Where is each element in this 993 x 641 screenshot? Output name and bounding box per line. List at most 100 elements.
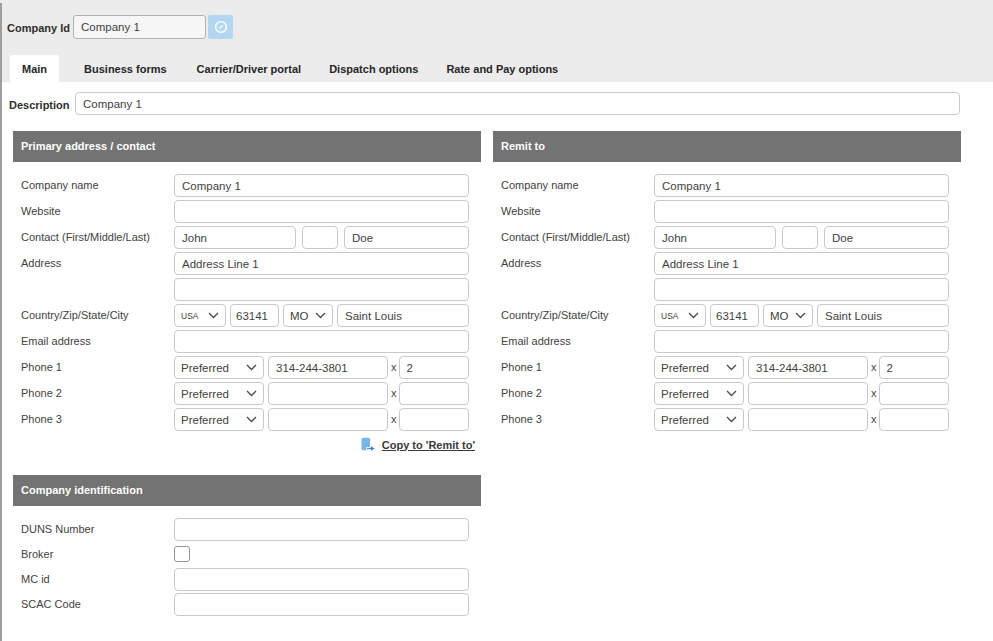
tab-rate-and-pay-options[interactable]: Rate and Pay options xyxy=(434,55,570,82)
primary-phone-1-type-select[interactable]: Preferred xyxy=(174,356,264,379)
remit-to-panel: Remit to Company nameWebsiteContact (Fir… xyxy=(493,131,961,455)
chevron-down-icon xyxy=(246,364,257,371)
form-row: Country/Zip/State/CityUSAMO xyxy=(13,304,481,327)
primary-country-select[interactable]: USA xyxy=(174,304,226,327)
description-input[interactable] xyxy=(75,92,960,115)
primary-phone-2-type-select[interactable]: Preferred xyxy=(174,382,264,405)
duns-number-input[interactable] xyxy=(174,518,469,541)
primary-contact-middle-input[interactable] xyxy=(302,226,338,249)
tab-bar: Main Business forms Carrier/Driver porta… xyxy=(10,55,570,82)
company-id-input[interactable] xyxy=(73,15,206,39)
extension-x-label: x xyxy=(871,413,877,431)
phone-2-label: Phone 2 xyxy=(21,387,62,399)
form-row: Contact (First/Middle/Last) xyxy=(13,226,481,249)
remit-phone-3-number-input[interactable] xyxy=(748,408,868,431)
email-address-label: Email address xyxy=(501,335,571,347)
primary-contact-first-input[interactable] xyxy=(174,226,296,249)
tab-business-forms[interactable]: Business forms xyxy=(72,55,179,82)
remit-phone-2-number-input[interactable] xyxy=(748,382,868,405)
scac-code-input[interactable] xyxy=(174,593,469,616)
company-id-label: Company Id xyxy=(7,22,70,34)
top-bar: Company Id Main Business forms Carrier/D… xyxy=(0,0,993,82)
primary-phone-2-number-input[interactable] xyxy=(268,382,388,405)
contact-label: Contact (First/Middle/Last) xyxy=(21,231,150,243)
primary-phone-2-ext-input[interactable] xyxy=(399,382,469,405)
phone-3-label: Phone 3 xyxy=(21,413,62,425)
chevron-down-icon xyxy=(726,416,737,423)
remit-contact-last-input[interactable] xyxy=(824,226,949,249)
chevron-down-icon xyxy=(726,390,737,397)
remit-address-line2-input[interactable] xyxy=(654,278,949,301)
remit-phone-1-number-input[interactable] xyxy=(748,356,868,379)
form-row: Website xyxy=(493,200,961,223)
primary-address-line1-input[interactable] xyxy=(174,252,469,275)
chevron-down-icon xyxy=(315,312,326,319)
remit-city-input[interactable] xyxy=(817,304,949,327)
form-row: Phone 3 Preferred x xyxy=(493,408,961,431)
chevron-down-icon xyxy=(726,364,737,371)
primary-address-panel-header: Primary address / contact xyxy=(13,131,481,162)
phone-2-label: Phone 2 xyxy=(501,387,542,399)
form-row: Country/Zip/State/City USA MO xyxy=(493,304,961,327)
remit-website-input[interactable] xyxy=(654,200,949,223)
extension-x-label: x xyxy=(871,361,877,379)
remit-company-name-input[interactable] xyxy=(654,174,949,197)
primary-phone-1-ext-input[interactable] xyxy=(399,356,469,379)
company-identification-panel-header: Company identification xyxy=(13,475,481,506)
form-row: Contact (First/Middle/Last) xyxy=(493,226,961,249)
copy-to-remit-link[interactable]: Copy to 'Remit to' xyxy=(382,439,475,451)
form-row: Phone 2Preferredx xyxy=(13,382,481,405)
extension-x-label: x xyxy=(391,413,397,431)
remit-email-input[interactable] xyxy=(654,330,949,353)
address-label: Address xyxy=(501,257,541,269)
remit-phone-2-type-select[interactable]: Preferred xyxy=(654,382,744,405)
country-zip-state-city-label: Country/Zip/State/City xyxy=(501,309,609,321)
company-lookup-button[interactable] xyxy=(208,15,233,39)
primary-phone-3-type-select[interactable]: Preferred xyxy=(174,408,264,431)
description-label: Description xyxy=(9,99,70,111)
company-name-label: Company name xyxy=(501,179,579,191)
tab-main[interactable]: Main xyxy=(10,55,59,82)
remit-country-select[interactable]: USA xyxy=(654,304,706,327)
phone-3-label: Phone 3 xyxy=(501,413,542,425)
remit-phone-1-ext-input[interactable] xyxy=(879,356,949,379)
form-row: Phone 1Preferredx xyxy=(13,356,481,379)
contact-label: Contact (First/Middle/Last) xyxy=(501,231,630,243)
remit-phone-3-ext-input[interactable] xyxy=(879,408,949,431)
primary-zip-input[interactable] xyxy=(230,304,279,327)
remit-phone-1-type-select[interactable]: Preferred xyxy=(654,356,744,379)
copy-document-icon xyxy=(360,437,376,452)
remit-zip-input[interactable] xyxy=(710,304,759,327)
primary-city-input[interactable] xyxy=(337,304,469,327)
scac-code-label: SCAC Code xyxy=(21,598,81,610)
primary-state-select[interactable]: MO xyxy=(283,304,333,327)
left-border-line xyxy=(0,3,2,641)
primary-phone-3-number-input[interactable] xyxy=(268,408,388,431)
tab-carrier-driver-portal[interactable]: Carrier/Driver portal xyxy=(185,55,314,82)
mc-id-input[interactable] xyxy=(174,568,469,591)
primary-address-line2-input[interactable] xyxy=(174,278,469,301)
company-identification-panel: Company identification DUNS Number Broke… xyxy=(13,475,481,620)
remit-phone-3-type-select[interactable]: Preferred xyxy=(654,408,744,431)
primary-company-name-input[interactable] xyxy=(174,174,469,197)
remit-state-select[interactable]: MO xyxy=(763,304,813,327)
form-row: Company name xyxy=(13,174,481,197)
tab-dispatch-options[interactable]: Dispatch options xyxy=(317,55,430,82)
broker-checkbox[interactable] xyxy=(174,546,190,562)
remit-contact-middle-input[interactable] xyxy=(782,226,818,249)
website-label: Website xyxy=(21,205,61,217)
website-label: Website xyxy=(501,205,541,217)
address-label: Address xyxy=(21,257,61,269)
mc-id-label: MC id xyxy=(21,573,50,585)
primary-phone-1-number-input[interactable] xyxy=(268,356,388,379)
extension-x-label: x xyxy=(871,387,877,405)
form-row: Address xyxy=(13,252,481,275)
primary-email-input[interactable] xyxy=(174,330,469,353)
primary-phone-3-ext-input[interactable] xyxy=(399,408,469,431)
primary-website-input[interactable] xyxy=(174,200,469,223)
remit-contact-first-input[interactable] xyxy=(654,226,776,249)
remit-phone-2-ext-input[interactable] xyxy=(879,382,949,405)
form-row xyxy=(493,278,961,301)
remit-address-line1-input[interactable] xyxy=(654,252,949,275)
primary-contact-last-input[interactable] xyxy=(344,226,469,249)
